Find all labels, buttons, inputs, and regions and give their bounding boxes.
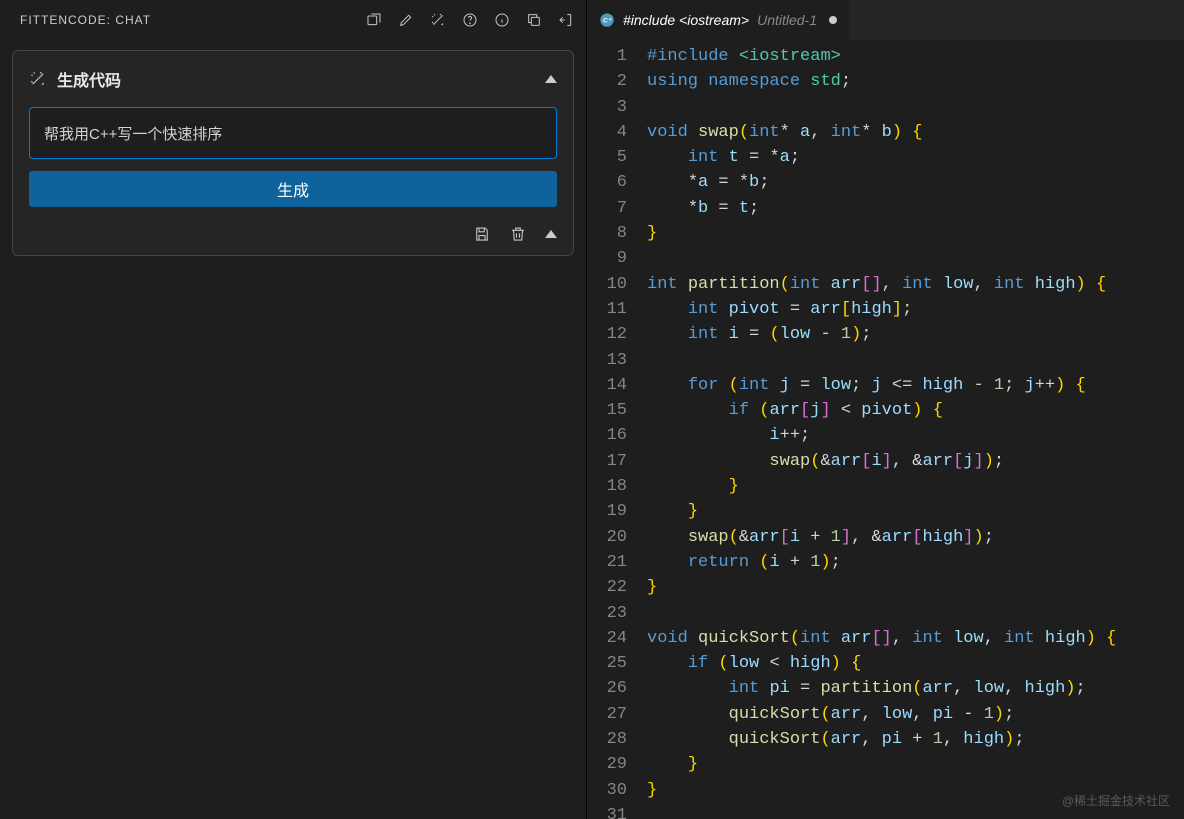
new-window-icon[interactable] xyxy=(366,12,382,28)
edit-icon[interactable] xyxy=(398,12,414,28)
panel-title: FITTENCODE: CHAT xyxy=(20,13,151,27)
panel-header: FITTENCODE: CHAT xyxy=(0,0,586,40)
card-footer xyxy=(29,225,557,243)
tab-title: #include <iostream> xyxy=(623,12,749,28)
editor: C⁺ #include <iostream> Untitled-1 123456… xyxy=(586,0,1184,819)
save-icon[interactable] xyxy=(473,225,491,243)
collapse-icon[interactable] xyxy=(545,75,557,83)
help-icon[interactable] xyxy=(462,12,478,28)
scroll-top-icon[interactable] xyxy=(545,230,557,238)
exit-icon[interactable] xyxy=(558,12,574,28)
wand-icon xyxy=(29,70,47,88)
line-gutter: 1234567891011121314151617181920212223242… xyxy=(587,44,647,819)
chat-panel: FITTENCODE: CHAT 生成代码 生成 xyxy=(0,0,586,819)
card-title: 生成代码 xyxy=(57,67,121,91)
copy-icon[interactable] xyxy=(526,12,542,28)
trash-icon[interactable] xyxy=(509,225,527,243)
watermark: @稀土掘金技术社区 xyxy=(1062,792,1170,809)
header-icons xyxy=(366,12,574,28)
tab-bar: C⁺ #include <iostream> Untitled-1 xyxy=(587,0,1184,40)
info-icon[interactable] xyxy=(494,12,510,28)
cpp-file-icon: C⁺ xyxy=(599,12,615,28)
tab-filename: Untitled-1 xyxy=(757,12,817,28)
generate-card: 生成代码 生成 xyxy=(12,50,574,256)
generate-button[interactable]: 生成 xyxy=(29,171,557,207)
card-header: 生成代码 xyxy=(29,67,557,91)
modified-dot-icon xyxy=(829,16,837,24)
code-content[interactable]: #include <iostream>using namespace std; … xyxy=(647,44,1184,819)
wand-icon[interactable] xyxy=(430,12,446,28)
prompt-input[interactable] xyxy=(29,107,557,159)
editor-area[interactable]: 1234567891011121314151617181920212223242… xyxy=(587,40,1184,819)
editor-tab[interactable]: C⁺ #include <iostream> Untitled-1 xyxy=(587,0,850,40)
